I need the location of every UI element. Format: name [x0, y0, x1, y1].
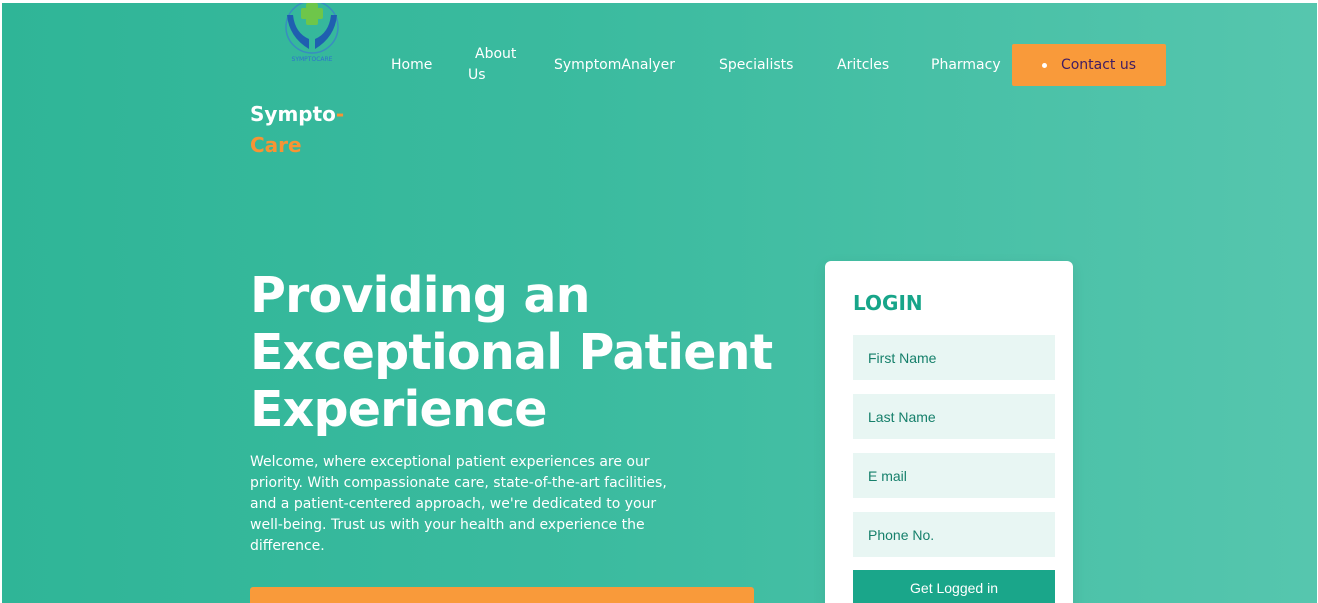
first-name-input[interactable] — [853, 335, 1055, 380]
nav-home[interactable]: Home — [391, 55, 432, 76]
contact-us-button[interactable]: Contact us — [1012, 44, 1166, 86]
hero-title: Providing an Exceptional Patient Experie… — [250, 267, 773, 438]
bullet-dot-icon — [1041, 62, 1047, 68]
brand-part1: Sympto — [250, 102, 336, 126]
contact-us-label: Contact us — [1060, 57, 1137, 73]
nav-about-us[interactable]: About Us — [468, 44, 528, 86]
nav-specialists[interactable]: Specialists — [719, 55, 793, 76]
get-logged-in-button[interactable]: Get Logged in — [853, 570, 1055, 603]
nav-symptom-analyer[interactable]: SymptomAnalyer — [554, 55, 675, 76]
logo-text: SYMPTOCARE — [292, 56, 333, 63]
login-card: LOGIN Get Logged in — [825, 261, 1073, 603]
symptocare-logo[interactable]: SYMPTOCARE — [279, 3, 345, 69]
nav-articles[interactable]: Aritcles — [837, 55, 889, 76]
login-title: LOGIN — [853, 291, 923, 315]
page-frame: SYMPTOCARE Home About Us SymptomAnalyer … — [2, 3, 1317, 603]
phone-input[interactable] — [853, 512, 1055, 557]
hero-description: Welcome, where exceptional patient exper… — [250, 454, 667, 554]
brand-dash: - — [335, 102, 345, 126]
hero-cta-button[interactable] — [250, 587, 754, 603]
nav-pharmacy[interactable]: Pharmacy — [931, 55, 1001, 76]
last-name-input[interactable] — [853, 394, 1055, 439]
brand-name: Sympto- Care — [250, 99, 344, 161]
brand-part2: Care — [250, 133, 302, 157]
email-input[interactable] — [853, 453, 1055, 498]
